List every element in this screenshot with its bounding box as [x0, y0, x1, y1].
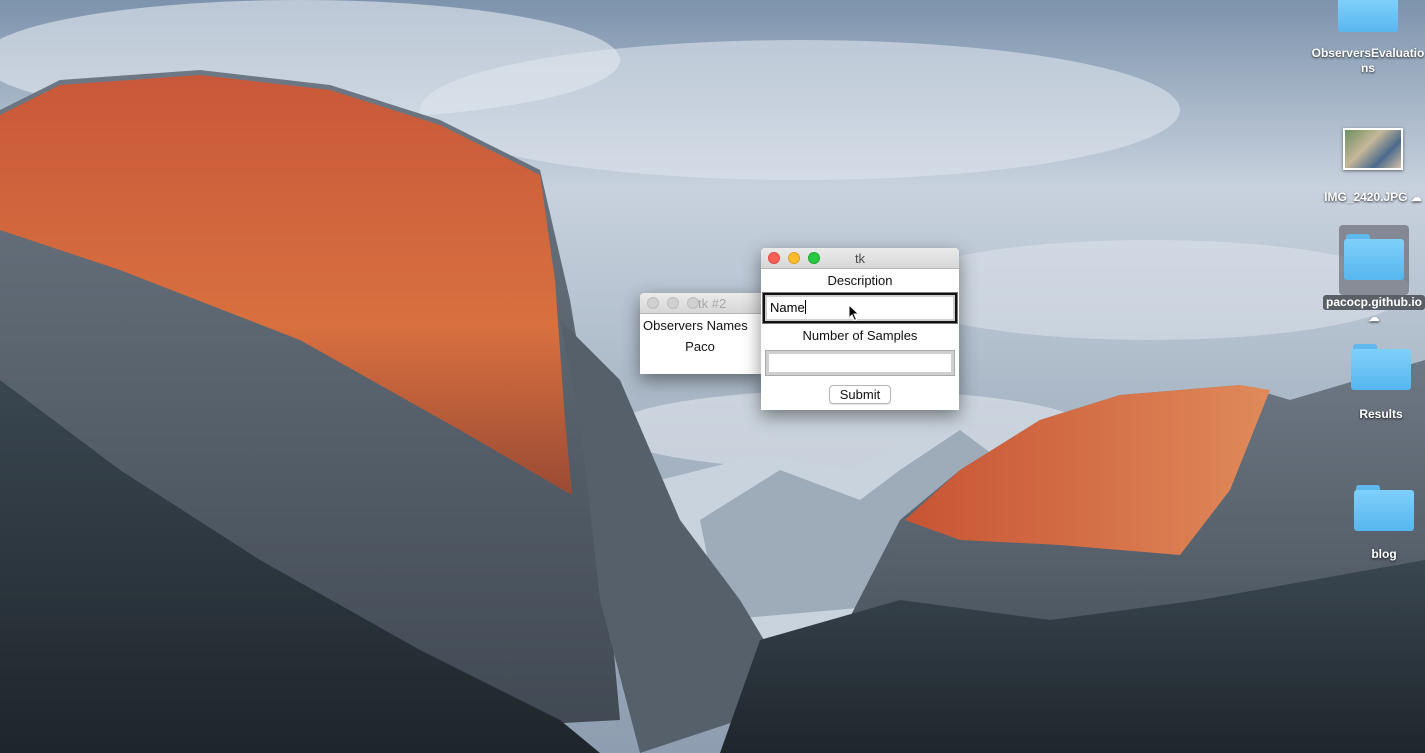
observers-names-label: Observers Names	[643, 318, 748, 333]
text-caret	[804, 300, 806, 314]
desktop-icon-pacocp-github-io[interactable]: pacocp.github.io ☁	[1309, 234, 1425, 326]
window-title: tk	[854, 251, 866, 266]
desktop-wallpaper	[0, 0, 1425, 753]
folder-icon	[1351, 344, 1411, 390]
folder-icon	[1354, 485, 1414, 531]
window-title: tk #2	[698, 296, 727, 311]
desktop-icon-observersevaluations[interactable]: ObserversEvaluations	[1303, 0, 1425, 76]
observers-window[interactable]: tk #2 Observers Names Paco	[640, 293, 765, 374]
desktop-icon-label: blog	[1371, 547, 1397, 561]
name-entry-value: Name	[770, 300, 805, 315]
mouse-pointer-icon	[848, 304, 860, 322]
close-icon[interactable]	[647, 297, 659, 309]
window-content: Description Name Number of Samples Submi…	[761, 269, 959, 410]
name-entry[interactable]: Name	[762, 292, 958, 324]
window-titlebar[interactable]: tk	[761, 248, 959, 269]
icloud-icon: ☁	[1368, 312, 1380, 324]
main-window[interactable]: tk Description Name Number of Samples Su…	[761, 248, 959, 410]
desktop-icon-label: pacocp.github.io	[1323, 295, 1425, 310]
icloud-icon: ☁	[1410, 192, 1422, 204]
folder-icon	[1344, 234, 1404, 280]
description-label: Description	[827, 273, 893, 288]
desktop-icon-blog[interactable]: blog	[1319, 485, 1425, 562]
observer-name-item[interactable]: Paco	[640, 339, 760, 354]
desktop-icon-label: Results	[1359, 407, 1403, 421]
samples-entry[interactable]	[765, 350, 955, 376]
window-titlebar[interactable]: tk #2	[640, 293, 765, 314]
window-content: Observers Names Paco	[640, 314, 765, 374]
desktop-icon-label: ObserversEvaluations	[1311, 46, 1425, 75]
folder-icon	[1338, 0, 1398, 32]
image-thumbnail-icon	[1343, 128, 1403, 170]
minimize-icon[interactable]	[667, 297, 679, 309]
submit-button[interactable]: Submit	[828, 385, 892, 404]
desktop-icon-label: IMG_2420.JPG	[1324, 190, 1408, 204]
number-of-samples-label: Number of Samples	[802, 328, 918, 343]
desktop-icon-results[interactable]: Results	[1316, 344, 1425, 422]
desktop-icon-img-2420[interactable]: IMG_2420.JPG ☁	[1308, 128, 1425, 206]
